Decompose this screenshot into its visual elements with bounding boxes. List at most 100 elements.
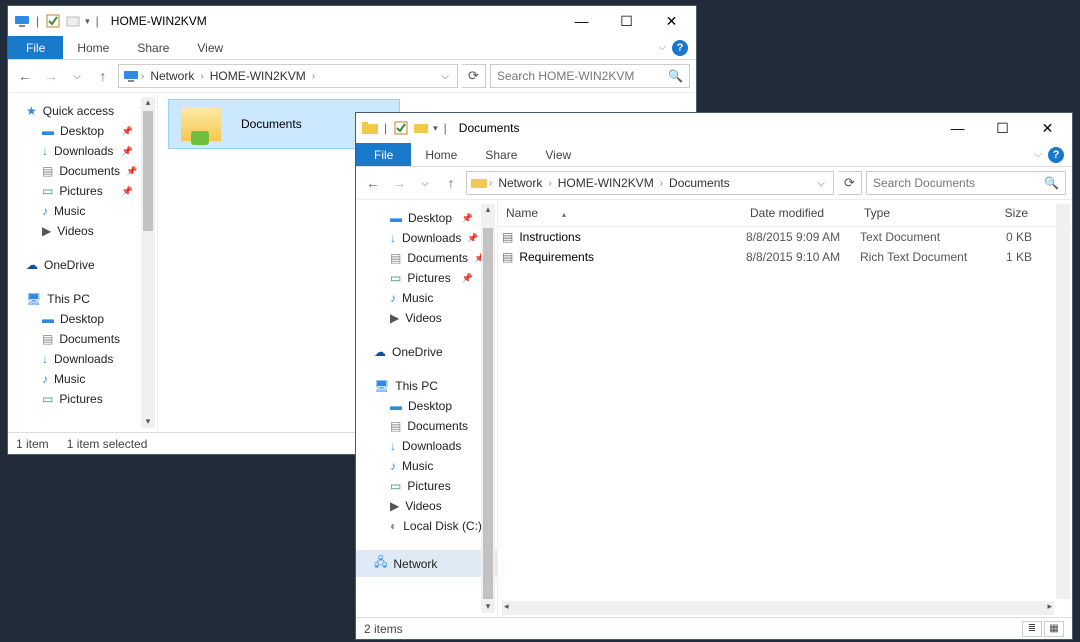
tab-view[interactable]: View xyxy=(531,143,585,166)
up-button[interactable]: ↑ xyxy=(92,65,114,87)
sidebar-item-downloads[interactable]: ↓Downloads xyxy=(8,349,157,369)
breadcrumb[interactable]: › Network › HOME-WIN2KVM › Documents ⌵ xyxy=(466,171,834,195)
scroll-up-icon[interactable]: ▴ xyxy=(481,204,495,216)
sidebar-item-network[interactable]: 🖧Network xyxy=(356,550,497,577)
view-large-button[interactable]: ▦ xyxy=(1044,621,1064,637)
qat-newfolder-icon[interactable] xyxy=(413,120,429,136)
crumb-network[interactable]: Network xyxy=(146,69,198,83)
sidebar-item-videos[interactable]: ▶Videos xyxy=(356,496,497,516)
crumb-host[interactable]: HOME-WIN2KVM xyxy=(554,176,658,190)
sidebar-item-documents[interactable]: ▤Documents xyxy=(356,416,497,436)
chevron-right-icon[interactable]: › xyxy=(546,178,553,189)
sidebar-item-this-pc[interactable]: 🖥This PC xyxy=(8,289,157,309)
tab-home[interactable]: Home xyxy=(63,36,123,59)
file-row[interactable]: ▤Instructions 8/8/2015 9:09 AM Text Docu… xyxy=(498,227,1072,247)
qat-properties-icon[interactable] xyxy=(45,13,61,29)
chevron-right-icon[interactable]: › xyxy=(487,178,494,189)
close-button[interactable]: ✕ xyxy=(1025,114,1070,142)
back-button[interactable]: ← xyxy=(14,65,36,87)
scroll-down-icon[interactable]: ▾ xyxy=(141,416,155,428)
tab-file[interactable]: File xyxy=(356,143,411,166)
tab-share[interactable]: Share xyxy=(123,36,183,59)
sidebar-item-pictures[interactable]: ▭Pictures xyxy=(8,389,157,409)
qat-dropdown-icon[interactable]: ▾ xyxy=(433,123,438,134)
minimize-button[interactable]: — xyxy=(559,7,604,35)
chevron-right-icon[interactable]: › xyxy=(198,71,205,82)
sidebar-item-desktop[interactable]: ▬Desktop xyxy=(8,309,157,329)
scroll-up-icon[interactable]: ▴ xyxy=(141,97,155,109)
horizontal-scrollbar[interactable]: ◂▸ xyxy=(502,601,1054,615)
scroll-thumb[interactable] xyxy=(483,228,493,599)
scroll-down-icon[interactable]: ▾ xyxy=(481,601,495,613)
crumb-documents[interactable]: Documents xyxy=(665,176,734,190)
sidebar-item-downloads[interactable]: ↓Downloads xyxy=(356,436,497,456)
tab-file[interactable]: File xyxy=(8,36,63,59)
scroll-thumb[interactable] xyxy=(143,111,153,231)
help-icon[interactable]: ? xyxy=(672,40,688,56)
sidebar-item-onedrive[interactable]: ☁OneDrive xyxy=(8,255,157,275)
search-input[interactable]: Search Documents 🔍 xyxy=(866,171,1066,195)
view-details-button[interactable]: ≣ xyxy=(1022,621,1042,637)
sidebar-item-videos[interactable]: ▶Videos xyxy=(8,221,157,241)
ribbon-expand-icon[interactable]: ⌵ xyxy=(1034,149,1042,160)
sidebar-item-music[interactable]: ♪Music xyxy=(8,369,157,389)
sidebar-item-pictures[interactable]: ▭Pictures xyxy=(356,476,497,496)
column-size[interactable]: Size xyxy=(976,206,1032,220)
chevron-right-icon[interactable]: › xyxy=(658,178,665,189)
sidebar-item-music[interactable]: ♪Music xyxy=(356,456,497,476)
sidebar-item-onedrive[interactable]: ☁OneDrive xyxy=(356,342,497,362)
chevron-right-icon[interactable]: › xyxy=(310,71,317,82)
sidebar-item-videos[interactable]: ▶Videos xyxy=(356,308,497,328)
sidebar-item-downloads[interactable]: ↓Downloads📌 xyxy=(356,228,497,248)
sidebar-item-desktop[interactable]: ▬Desktop📌 xyxy=(356,208,497,228)
scrollbar[interactable]: ▴ ▾ xyxy=(141,97,155,428)
file-row[interactable]: ▤Requirements 8/8/2015 9:10 AM Rich Text… xyxy=(498,247,1072,267)
recent-dropdown-icon[interactable]: ⌵ xyxy=(414,172,436,194)
breadcrumb[interactable]: › Network › HOME-WIN2KVM › ⌵ xyxy=(118,64,458,88)
sidebar-item-desktop[interactable]: ▬Desktop xyxy=(356,396,497,416)
crumb-host[interactable]: HOME-WIN2KVM xyxy=(206,69,310,83)
qat-newfolder-icon[interactable] xyxy=(65,13,81,29)
scroll-left-icon[interactable]: ◂ xyxy=(504,601,509,612)
sidebar-item-desktop[interactable]: ▬Desktop📌 xyxy=(8,121,157,141)
back-button[interactable]: ← xyxy=(362,172,384,194)
forward-button[interactable]: → xyxy=(40,65,62,87)
search-input[interactable]: Search HOME-WIN2KVM 🔍 xyxy=(490,64,690,88)
column-name[interactable]: Name▴ xyxy=(502,206,746,220)
crumb-network[interactable]: Network xyxy=(494,176,546,190)
minimize-button[interactable]: — xyxy=(935,114,980,142)
scrollbar[interactable]: ▴ ▾ xyxy=(481,204,495,613)
sidebar-item-pictures[interactable]: ▭Pictures📌 xyxy=(356,268,497,288)
chevron-down-icon[interactable]: ⌵ xyxy=(813,178,829,189)
column-type[interactable]: Type xyxy=(860,206,976,220)
sidebar-item-music[interactable]: ♪Music xyxy=(356,288,497,308)
sidebar-item-downloads[interactable]: ↓Downloads📌 xyxy=(8,141,157,161)
up-button[interactable]: ↑ xyxy=(440,172,462,194)
chevron-down-icon[interactable]: ⌵ xyxy=(437,71,453,82)
chevron-right-icon[interactable]: › xyxy=(139,71,146,82)
sidebar-item-pictures[interactable]: ▭Pictures📌 xyxy=(8,181,157,201)
sidebar-item-local-disk[interactable]: ◐Local Disk (C:) xyxy=(356,516,497,536)
sidebar-item-documents[interactable]: ▤Documents xyxy=(8,329,157,349)
help-icon[interactable]: ? xyxy=(1048,147,1064,163)
sidebar-item-documents[interactable]: ▤Documents📌 xyxy=(8,161,157,181)
close-button[interactable]: ✕ xyxy=(649,7,694,35)
tab-share[interactable]: Share xyxy=(471,143,531,166)
refresh-button[interactable]: ⟳ xyxy=(462,64,486,88)
maximize-button[interactable]: ☐ xyxy=(980,114,1025,142)
sidebar-item-quick-access[interactable]: ★Quick access xyxy=(8,101,157,121)
refresh-button[interactable]: ⟳ xyxy=(838,171,862,195)
sidebar-item-this-pc[interactable]: 🖥This PC xyxy=(356,376,497,396)
sidebar-item-documents[interactable]: ▤Documents📌 xyxy=(356,248,497,268)
tab-home[interactable]: Home xyxy=(411,143,471,166)
sidebar-item-music[interactable]: ♪Music xyxy=(8,201,157,221)
recent-dropdown-icon[interactable]: ⌵ xyxy=(66,65,88,87)
tab-view[interactable]: View xyxy=(183,36,237,59)
ribbon-expand-icon[interactable]: ⌵ xyxy=(658,42,666,53)
column-date[interactable]: Date modified xyxy=(746,206,860,220)
qat-dropdown-icon[interactable]: ▾ xyxy=(85,16,90,27)
vertical-scrollbar[interactable] xyxy=(1056,204,1070,599)
forward-button[interactable]: → xyxy=(388,172,410,194)
qat-properties-icon[interactable] xyxy=(393,120,409,136)
maximize-button[interactable]: ☐ xyxy=(604,7,649,35)
